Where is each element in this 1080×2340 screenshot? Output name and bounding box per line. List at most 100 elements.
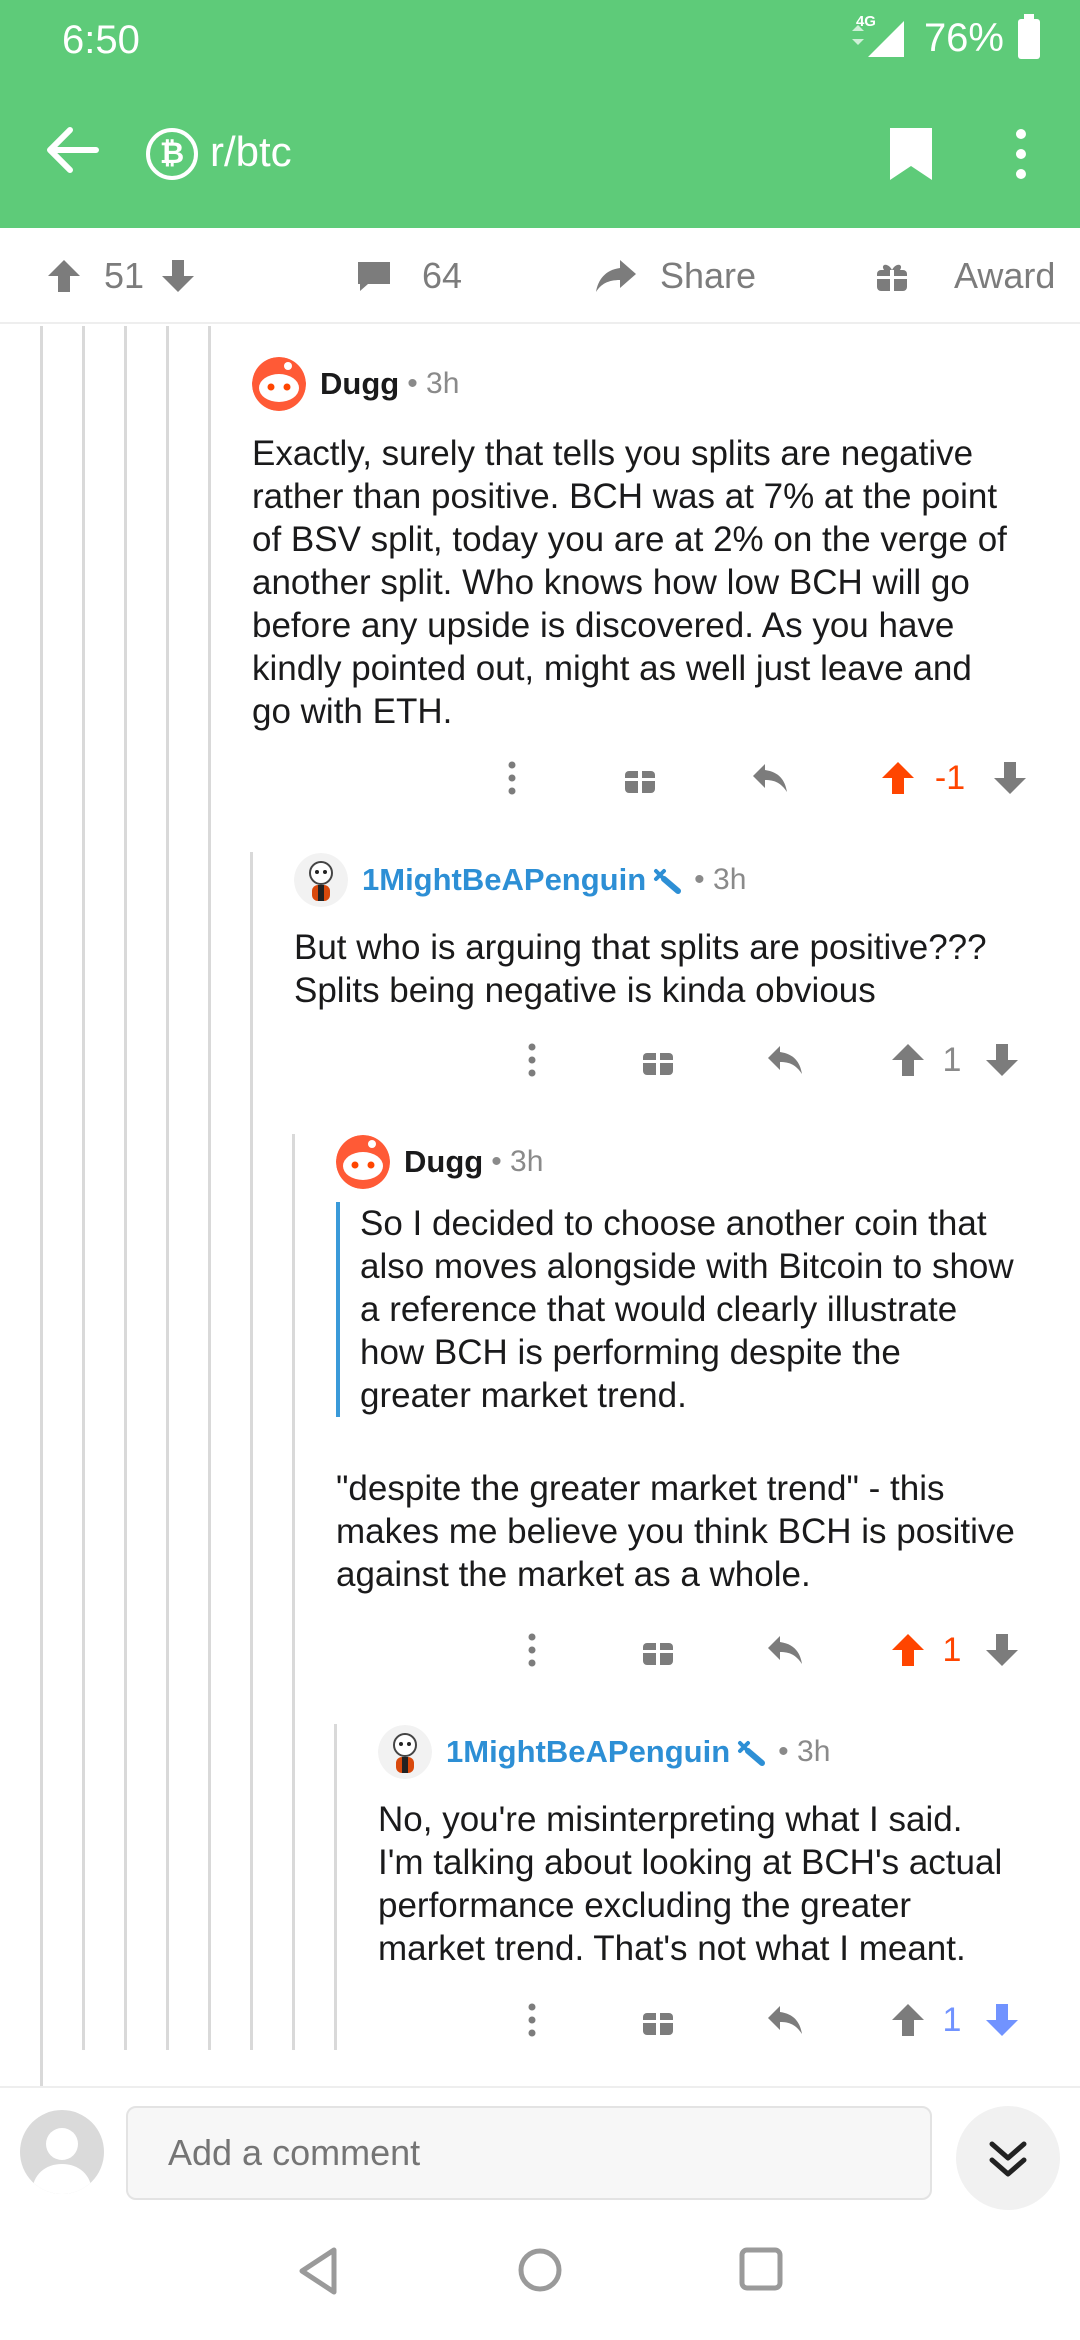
post-action-bar: 51 64 Share Award xyxy=(0,228,1080,324)
thread-line[interactable] xyxy=(334,1724,337,2050)
comment-more-button[interactable] xyxy=(500,748,524,808)
status-time: 6:50 xyxy=(62,18,140,62)
comment-meta: • 3h xyxy=(491,1145,544,1178)
comment-line: of BSV split, today you are at 2% on the… xyxy=(252,520,1007,559)
comment-more-button[interactable] xyxy=(520,1030,544,1090)
gift-icon xyxy=(643,2007,673,2035)
avatar[interactable] xyxy=(252,357,306,411)
comment-more-button[interactable] xyxy=(520,1990,544,2050)
comment-reply-button[interactable] xyxy=(765,1030,805,1090)
downvote-icon[interactable] xyxy=(158,256,198,296)
upvote-icon xyxy=(892,1634,924,1666)
user-icon xyxy=(32,2128,92,2194)
downvote-button[interactable] xyxy=(982,1620,1022,1680)
comment: 1MightBeAPenguin • 3h But who is arguing… xyxy=(294,852,1054,1012)
gift-icon xyxy=(625,765,655,793)
battery-percent: 76% xyxy=(923,16,1004,60)
comment-score: -1 xyxy=(934,758,966,797)
comment-author[interactable]: 1MightBeAPenguin xyxy=(446,1734,730,1770)
nav-back-icon[interactable] xyxy=(296,2246,340,2296)
upvote-icon xyxy=(882,762,914,794)
thread-line[interactable] xyxy=(124,326,127,2050)
comment-line: against the market as a whole. xyxy=(336,1555,811,1594)
wrench-icon xyxy=(654,869,682,894)
comment-line: But who is arguing that splits are posit… xyxy=(294,928,987,967)
upvote-icon xyxy=(892,2004,924,2036)
more-vertical-icon xyxy=(528,1633,536,1667)
comment-award-button[interactable] xyxy=(638,1990,678,2050)
bitcoin-icon[interactable]: ₿ xyxy=(146,128,198,180)
comment-line: market trend. That's not what I meant. xyxy=(378,1929,966,1968)
quote-line: So I decided to choose another coin that xyxy=(360,1204,987,1243)
comment-line: makes me believe you think BCH is positi… xyxy=(336,1512,1015,1551)
avatar[interactable] xyxy=(336,1135,390,1189)
back-button[interactable] xyxy=(40,118,104,182)
upvote-button[interactable] xyxy=(888,1030,928,1090)
add-comment-input[interactable] xyxy=(126,2106,932,2200)
more-vertical-icon xyxy=(508,761,516,795)
comment-icon xyxy=(358,262,390,291)
upvote-button[interactable] xyxy=(888,1990,928,2050)
comment-actions: 1 xyxy=(520,1030,1050,1090)
quote-line: a reference that would clearly illustrat… xyxy=(360,1290,958,1329)
upvote-button[interactable] xyxy=(878,748,918,808)
comment-line: kindly pointed out, might as well just l… xyxy=(252,649,972,688)
comment-line: before any upside is discovered. As you … xyxy=(252,606,955,645)
downvote-button[interactable] xyxy=(990,748,1030,808)
collapse-comments-button[interactable] xyxy=(956,2106,1060,2210)
comment-award-button[interactable] xyxy=(638,1620,678,1680)
comment-line: another split. Who knows how low BCH wil… xyxy=(252,563,970,602)
post-vote-group: 51 xyxy=(44,228,198,324)
comment-reply-button[interactable] xyxy=(750,748,790,808)
award-button[interactable]: Award xyxy=(874,228,1055,324)
comment-body: "despite the greater market trend" - thi… xyxy=(336,1467,1056,1596)
quote-line: also moves alongside with Bitcoin to sho… xyxy=(360,1247,1014,1286)
comment-time: 3h xyxy=(713,863,747,896)
thread-line[interactable] xyxy=(208,326,211,2050)
avatar[interactable] xyxy=(378,1725,432,1779)
comment-actions: 1 xyxy=(520,1620,1050,1680)
upvote-button[interactable] xyxy=(888,1620,928,1680)
comment-more-button[interactable] xyxy=(520,1620,544,1680)
comment-author[interactable]: 1MightBeAPenguin xyxy=(362,862,646,898)
avatar[interactable] xyxy=(294,853,348,907)
comment-body: But who is arguing that splits are posit… xyxy=(294,926,1054,1012)
bookmark-button[interactable] xyxy=(886,124,936,184)
nav-home-icon[interactable] xyxy=(516,2246,564,2294)
thread-line[interactable] xyxy=(82,326,85,2050)
comment-meta: • 3h xyxy=(407,367,460,400)
app-header: 6:50 4G 76% ₿ r/btc xyxy=(0,0,1080,228)
comment-reply-button[interactable] xyxy=(765,1990,805,2050)
comment-actions: 1 xyxy=(520,1990,1050,2050)
upvote-icon[interactable] xyxy=(44,256,84,296)
post-score: 51 xyxy=(104,255,145,296)
comment-award-button[interactable] xyxy=(638,1030,678,1090)
comment-body: Exactly, surely that tells you splits ar… xyxy=(252,432,1052,733)
comment-reply-button[interactable] xyxy=(765,1620,805,1680)
comment: Dugg • 3h Exactly, surely that tells you… xyxy=(252,356,1052,733)
comment-award-button[interactable] xyxy=(620,748,660,808)
comment-time: 3h xyxy=(797,1735,831,1768)
comment-line: Splits being negative is kinda obvious xyxy=(294,971,876,1010)
thread-line[interactable] xyxy=(292,1134,295,2050)
comment-header: Dugg • 3h xyxy=(252,356,1052,412)
comment-line: "despite the greater market trend" - thi… xyxy=(336,1469,945,1508)
more-vertical-icon xyxy=(1016,129,1026,179)
comment-author[interactable]: Dugg xyxy=(404,1144,483,1180)
thread-line[interactable] xyxy=(40,326,43,2086)
downvote-button[interactable] xyxy=(982,1990,1022,2050)
network-type: 4G xyxy=(855,12,876,30)
comments-count-button[interactable]: 64 xyxy=(354,228,462,324)
more-vertical-icon xyxy=(528,2003,536,2037)
nav-recents-icon[interactable] xyxy=(738,2246,784,2292)
downvote-button[interactable] xyxy=(982,1030,1022,1090)
thread-line[interactable] xyxy=(166,326,169,2050)
gift-icon xyxy=(877,264,907,291)
comment-author[interactable]: Dugg xyxy=(320,366,399,402)
more-options-button[interactable] xyxy=(1006,124,1036,184)
share-button[interactable]: Share xyxy=(594,228,756,324)
thread-line[interactable] xyxy=(250,852,253,2050)
user-avatar[interactable] xyxy=(20,2110,104,2194)
subreddit-name[interactable]: r/btc xyxy=(210,128,292,176)
comment-score: 1 xyxy=(942,1040,962,1079)
